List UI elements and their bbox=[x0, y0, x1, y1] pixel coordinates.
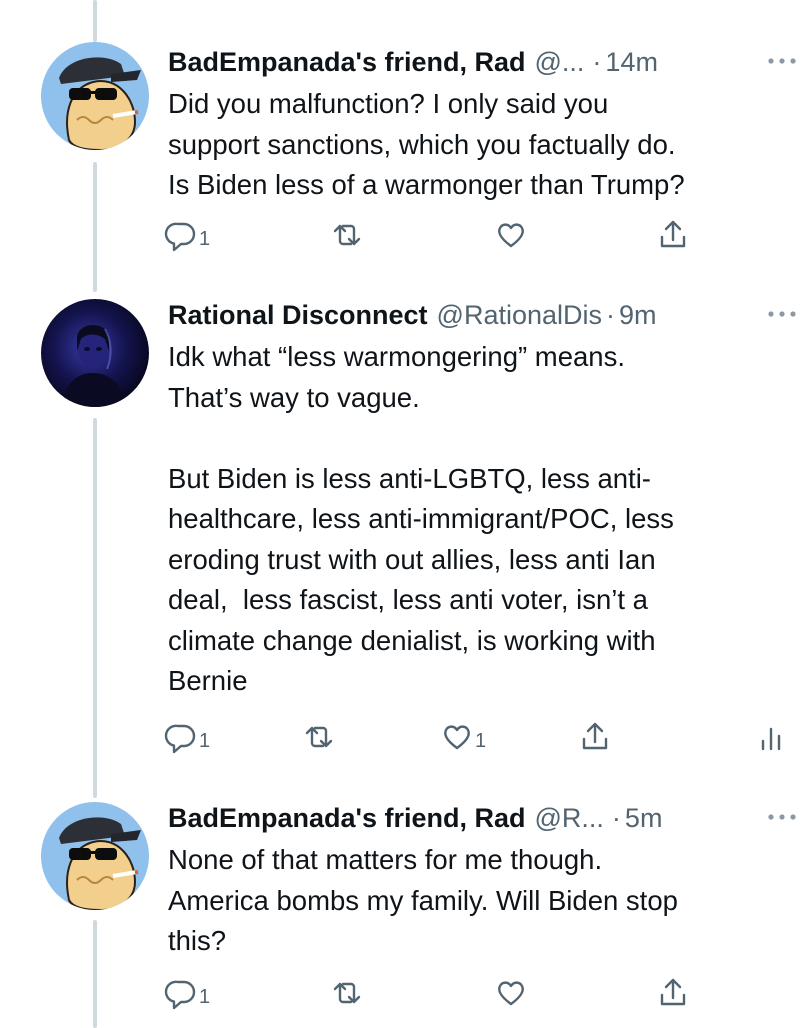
tweet-text: None of that matters for me though. Amer… bbox=[168, 844, 678, 956]
thread-line-1 bbox=[93, 162, 97, 292]
like-button[interactable] bbox=[494, 218, 529, 252]
user-handle[interactable]: @... bbox=[535, 47, 585, 78]
retweet-icon bbox=[305, 726, 333, 748]
heart-icon bbox=[498, 981, 524, 1006]
avatar[interactable] bbox=[41, 802, 149, 910]
reply-button[interactable]: 1 bbox=[164, 218, 210, 252]
empanada-avatar-icon bbox=[41, 802, 149, 910]
analytics-button[interactable] bbox=[754, 720, 788, 754]
like-button[interactable] bbox=[494, 976, 529, 1010]
reply-icon bbox=[164, 724, 196, 754]
timestamp[interactable]: 9m bbox=[619, 300, 657, 331]
retweet-icon bbox=[333, 224, 361, 246]
analytics-icon bbox=[761, 727, 781, 751]
tweet-header: Rational Disconnect @RationalDis · 9m bbox=[168, 295, 788, 335]
display-name[interactable]: BadEmpanada's friend, Rad bbox=[168, 803, 526, 834]
user-handle[interactable]: @RationalDis bbox=[437, 300, 602, 331]
reply-button[interactable]: 1 bbox=[164, 720, 210, 754]
display-name[interactable]: Rational Disconnect bbox=[168, 300, 428, 331]
heart-icon bbox=[444, 725, 470, 750]
timestamp[interactable]: 14m bbox=[605, 47, 658, 78]
timestamp[interactable]: 5m bbox=[625, 803, 663, 834]
retweet-button[interactable] bbox=[302, 720, 337, 754]
share-button[interactable] bbox=[656, 976, 690, 1010]
share-icon bbox=[582, 722, 608, 750]
portrait-photo-icon bbox=[41, 299, 149, 407]
share-icon bbox=[660, 220, 686, 248]
avatar[interactable] bbox=[41, 299, 149, 407]
user-handle[interactable]: @R... bbox=[535, 803, 604, 834]
retweet-button[interactable] bbox=[330, 976, 365, 1010]
tweet-text: Idk what “less warmongering” means. That… bbox=[168, 341, 674, 696]
thread-line-2 bbox=[93, 418, 97, 798]
action-bar: 1 bbox=[150, 976, 790, 1016]
share-button[interactable] bbox=[578, 720, 612, 754]
display-name[interactable]: BadEmpanada's friend, Rad bbox=[168, 47, 526, 78]
separator-dot: · bbox=[611, 802, 621, 833]
share-button[interactable] bbox=[656, 218, 690, 252]
reply-count: 1 bbox=[199, 729, 211, 752]
like-count: 1 bbox=[475, 729, 487, 752]
retweet-icon bbox=[333, 982, 361, 1004]
empanada-avatar-icon bbox=[41, 42, 149, 150]
separator-dot: · bbox=[606, 299, 616, 330]
share-icon bbox=[660, 978, 686, 1006]
separator-dot: · bbox=[592, 46, 602, 77]
action-bar: 1 1 bbox=[150, 720, 790, 760]
avatar[interactable] bbox=[41, 42, 149, 150]
heart-icon bbox=[498, 223, 524, 248]
reply-icon bbox=[164, 222, 196, 252]
like-button[interactable]: 1 bbox=[440, 720, 486, 754]
tweet-header: BadEmpanada's friend, Rad @... · 14m bbox=[168, 42, 788, 82]
action-bar: 1 bbox=[150, 218, 790, 258]
thread-line-top bbox=[93, 0, 97, 42]
reply-count: 1 bbox=[199, 985, 211, 1008]
reply-button[interactable]: 1 bbox=[164, 976, 210, 1010]
more-options-icon[interactable] bbox=[766, 299, 798, 329]
reply-icon bbox=[164, 980, 196, 1010]
more-options-icon[interactable] bbox=[766, 802, 798, 832]
tweet-text: Did you malfunction? I only said you sup… bbox=[168, 88, 685, 200]
more-options-icon[interactable] bbox=[766, 46, 798, 76]
retweet-button[interactable] bbox=[330, 218, 365, 252]
reply-count: 1 bbox=[199, 227, 211, 250]
tweet-header: BadEmpanada's friend, Rad @R... · 5m bbox=[168, 798, 788, 838]
thread-line-bottom bbox=[93, 920, 97, 1028]
